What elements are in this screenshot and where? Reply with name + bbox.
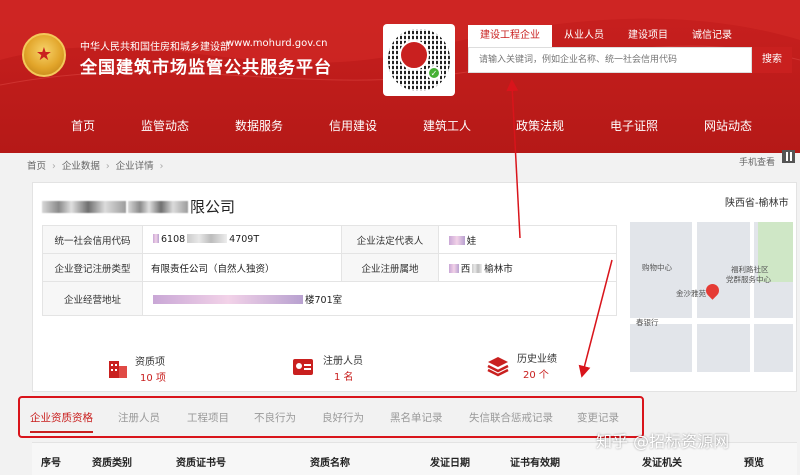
stat-personnel-label: 注册人员	[323, 356, 363, 367]
map-label: 春银行	[636, 318, 659, 327]
stat-history-count[interactable]: 20 个	[523, 366, 549, 381]
stat-history-label: 历史业绩	[517, 354, 557, 365]
credit-code-value: 6108 4709T	[141, 225, 343, 254]
ministry-url[interactable]: www.mohurd.gov.cn	[226, 38, 327, 49]
nav-item-site-news[interactable]: 网站动态	[704, 106, 752, 146]
search-tab-projects[interactable]: 建设项目	[616, 25, 680, 47]
main-nav: 首页 监管动态 数据服务 信用建设 建筑工人 政策法规 电子证照 网站动态	[0, 106, 800, 146]
reg-type-label: 企业登记注册类型	[42, 253, 143, 282]
reg-place-value: 西榆林市	[437, 253, 618, 282]
layers-icon	[487, 357, 509, 377]
nav-item-data-service[interactable]: 数据服务	[235, 106, 283, 146]
credit-code-label: 统一社会信用代码	[42, 225, 143, 254]
site-title[interactable]: 全国建筑市场监管公共服务平台	[80, 53, 332, 78]
reg-place-label: 企业注册属地	[341, 253, 439, 282]
reg-type-value: 有限责任公司（自然人独资）	[141, 253, 343, 282]
redacted-mask	[472, 263, 483, 273]
nav-item-home[interactable]: 首页	[71, 106, 95, 146]
breadcrumb: 首页 › 企业数据 › 企业详情 ›	[27, 158, 169, 172]
company-name-suffix: 限公司	[190, 198, 236, 216]
column-header-name: 资质名称	[310, 458, 350, 469]
search-button[interactable]: 搜索	[752, 47, 792, 73]
qr-logo-icon	[399, 40, 429, 70]
tab-projects[interactable]: 工程项目	[187, 403, 229, 433]
search-box	[468, 47, 752, 73]
mini-program-qr-code: ✓	[383, 24, 455, 96]
site-header: ★ 中华人民共和国住房和城乡建设部 www.mohurd.gov.cn 全国建筑…	[0, 0, 800, 153]
map-label: 购物中心	[642, 263, 672, 272]
map-label: 金沙雅苑	[676, 289, 706, 298]
search-tab-enterprise[interactable]: 建设工程企业	[468, 25, 552, 47]
redacted-mask	[187, 234, 228, 243]
company-region: 陕西省-榆林市	[725, 198, 789, 209]
tab-joint-punishment[interactable]: 失信联合惩戒记录	[469, 403, 553, 433]
building-icon	[109, 361, 127, 378]
column-header-issue-date: 发证日期	[430, 458, 470, 469]
legal-rep-label: 企业法定代表人	[341, 225, 439, 254]
nav-item-regulation-news[interactable]: 监管动态	[141, 106, 189, 146]
chevron-right-icon: ›	[159, 161, 164, 172]
tab-blacklist[interactable]: 黑名单记录	[390, 403, 443, 433]
tab-registered-personnel[interactable]: 注册人员	[118, 403, 160, 433]
ministry-name: 中华人民共和国住房和城乡建设部	[80, 42, 230, 53]
redacted-mask	[448, 263, 459, 273]
chevron-right-icon: ›	[52, 161, 56, 172]
search-tab-personnel[interactable]: 从业人员	[552, 25, 616, 47]
legal-rep-value: 娃	[437, 225, 618, 254]
company-info-table: 统一社会信用代码 6108 4709T 企业法定代表人 娃 企业登记注册类型 有限…	[42, 225, 618, 316]
search-input[interactable]	[469, 48, 751, 72]
stat-qualification-count[interactable]: 10 项	[140, 369, 166, 384]
location-map[interactable]: 购物中心 福利路社区 党群服务中心 金沙雅苑 春银行	[630, 222, 793, 372]
column-header-authority: 发证机关	[642, 458, 682, 469]
stat-qualification-label: 资质项	[135, 357, 165, 368]
column-header-category: 资质类别	[92, 458, 132, 469]
nav-item-workers[interactable]: 建筑工人	[423, 106, 471, 146]
watermark-text: 知乎 @招标资源网	[596, 432, 730, 451]
breadcrumb-enterprise-detail: 企业详情	[115, 161, 154, 172]
address-value: 楼701室	[141, 281, 618, 316]
company-name: 限公司	[42, 196, 235, 217]
qr-code-icon[interactable]	[782, 150, 795, 163]
nav-item-credit[interactable]: 信用建设	[329, 106, 377, 146]
column-header-validity: 证书有效期	[510, 458, 560, 469]
map-label: 党群服务中心	[726, 275, 771, 284]
stat-personnel-count[interactable]: 1 名	[334, 368, 354, 383]
tab-good-behavior[interactable]: 良好行为	[322, 403, 364, 433]
redacted-mask	[152, 294, 303, 304]
search-category-tabs: 建设工程企业 从业人员 建设项目 诚信记录	[468, 25, 744, 47]
mobile-view-link[interactable]: 手机查看	[739, 155, 775, 168]
national-emblem-icon[interactable]: ★	[22, 33, 66, 77]
breadcrumb-home[interactable]: 首页	[27, 161, 46, 172]
id-card-icon	[293, 359, 313, 375]
redacted-mask	[128, 201, 188, 213]
redacted-mask	[152, 234, 159, 243]
chevron-right-icon: ›	[105, 161, 110, 172]
nav-item-policy[interactable]: 政策法规	[516, 106, 564, 146]
redacted-mask	[42, 201, 126, 213]
breadcrumb-enterprise-data[interactable]: 企业数据	[62, 161, 100, 172]
tab-qualifications[interactable]: 企业资质资格	[30, 403, 93, 433]
tab-bad-behavior[interactable]: 不良行为	[254, 403, 296, 433]
redacted-mask	[448, 235, 465, 245]
address-label: 企业经营地址	[42, 281, 143, 316]
search-tab-credit[interactable]: 诚信记录	[680, 25, 744, 47]
qr-badge-icon: ✓	[427, 66, 441, 80]
column-header-cert-no: 资质证书号	[176, 458, 226, 469]
column-header-preview: 预览	[744, 458, 764, 469]
column-header-index: 序号	[41, 458, 61, 469]
nav-item-e-license[interactable]: 电子证照	[610, 106, 658, 146]
